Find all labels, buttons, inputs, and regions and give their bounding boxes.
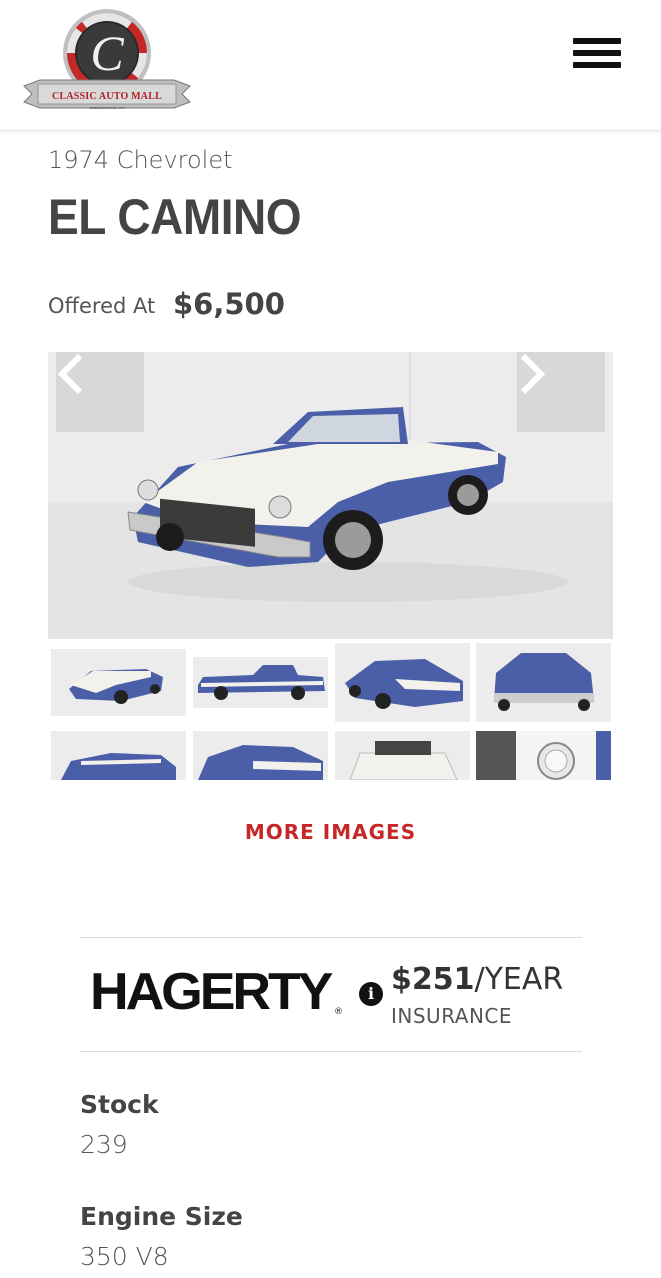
insurance-label: INSURANCE: [391, 1004, 513, 1028]
spec-value-stock: 239: [80, 1130, 128, 1159]
more-images-link[interactable]: MORE IMAGES: [0, 820, 661, 844]
chevron-left-icon[interactable]: [56, 352, 144, 432]
spec-label-engine-size: Engine Size: [80, 1202, 243, 1231]
insurance-amount: $251: [391, 962, 475, 997]
info-icon[interactable]: i: [359, 982, 383, 1006]
spec-value-engine-size: 350 V8: [80, 1242, 169, 1271]
thumbnail-4[interactable]: [476, 643, 611, 722]
thumbnail-1[interactable]: [51, 649, 186, 716]
thumbnail-7[interactable]: [335, 731, 470, 780]
offered-at-label: Offered At: [48, 294, 156, 318]
logo-text: CLASSIC AUTO MALL: [52, 91, 162, 102]
thumbnail-6[interactable]: [193, 731, 328, 780]
thumbnail-8[interactable]: [476, 731, 611, 780]
vehicle-price: $6,500: [173, 287, 285, 321]
thumbnail-3[interactable]: [335, 643, 470, 722]
divider-top: [80, 937, 582, 938]
insurance-period: /YEAR: [474, 962, 564, 997]
logo-letter: C: [90, 25, 124, 81]
thumbnail-gallery: [48, 642, 613, 780]
registered-mark: ®: [334, 1007, 343, 1017]
hagerty-logo[interactable]: HAGERTY: [90, 962, 333, 1022]
insurance-price: $251/YEAR: [391, 962, 563, 997]
hamburger-menu-icon[interactable]: [573, 38, 621, 78]
site-header: C CLASSIC AUTO MALL classicautomall.com: [0, 0, 661, 131]
vehicle-year-make: 1974 Chevrolet: [48, 146, 233, 174]
thumbnail-2[interactable]: [193, 657, 328, 708]
main-vehicle-photo[interactable]: [48, 352, 613, 639]
classic-auto-mall-logo[interactable]: C CLASSIC AUTO MALL classicautomall.com: [22, 8, 192, 118]
thumbnail-5[interactable]: [51, 731, 186, 780]
logo-subtext: classicautomall.com: [89, 105, 125, 110]
divider-bottom: [80, 1051, 582, 1052]
chevron-right-icon[interactable]: [517, 352, 605, 432]
spec-label-stock: Stock: [80, 1090, 159, 1119]
vehicle-model-title: EL CAMINO: [48, 189, 302, 245]
